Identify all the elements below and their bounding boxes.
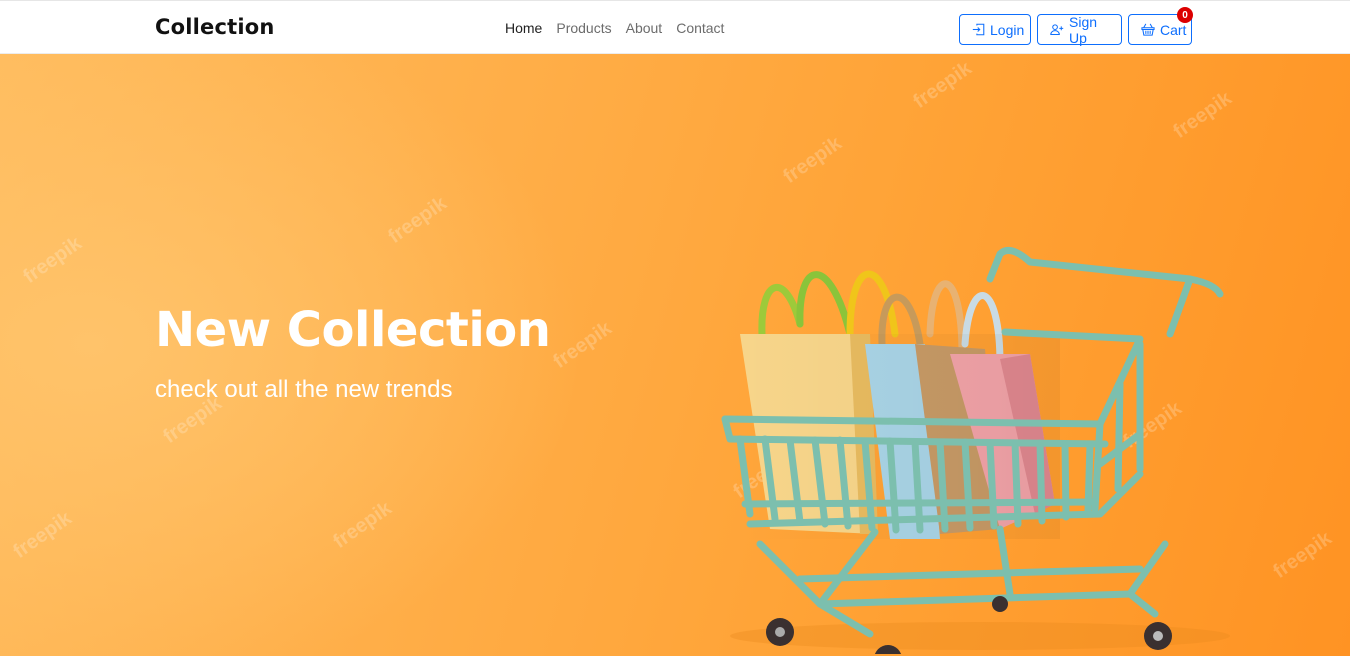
cart-count-badge: 0 bbox=[1177, 7, 1193, 23]
watermark-text: freepik bbox=[329, 497, 396, 553]
login-icon bbox=[972, 23, 985, 36]
watermark-text: freepik bbox=[9, 507, 76, 563]
nav-links: Home Products About Contact bbox=[505, 20, 724, 36]
nav-link-contact[interactable]: Contact bbox=[676, 20, 724, 36]
basket-icon bbox=[1141, 23, 1155, 36]
cart-label: Cart bbox=[1160, 21, 1187, 38]
login-button[interactable]: Login bbox=[959, 14, 1031, 45]
hero-title: New Collection bbox=[155, 302, 551, 358]
cart-button[interactable]: Cart 0 bbox=[1128, 7, 1193, 45]
hero-banner: freepik freepik freepik freepik freepik … bbox=[0, 54, 1350, 656]
nav-link-about[interactable]: About bbox=[626, 20, 663, 36]
signup-button[interactable]: Sign Up bbox=[1037, 13, 1122, 46]
hero-subtitle: check out all the new trends bbox=[155, 376, 453, 403]
watermark-text: freepik bbox=[1169, 87, 1236, 143]
watermark-text: freepik bbox=[909, 57, 976, 113]
nav-actions: Login Sign Up Cart 0 bbox=[959, 7, 1193, 46]
signup-label: Sign Up bbox=[1069, 13, 1098, 46]
watermark-text: freepik bbox=[549, 317, 616, 373]
navbar: Collection Home Products About Contact L… bbox=[0, 0, 1350, 54]
login-label: Login bbox=[990, 21, 1025, 38]
nav-link-home[interactable]: Home bbox=[505, 20, 542, 36]
watermark-text: freepik bbox=[19, 232, 86, 288]
watermark-text: freepik bbox=[779, 132, 846, 188]
watermark-text: freepik bbox=[384, 192, 451, 248]
brand-logo[interactable]: Collection bbox=[155, 15, 275, 39]
watermark-text: freepik bbox=[1269, 527, 1336, 583]
shopping-cart-image bbox=[721, 246, 1230, 654]
nav-link-products[interactable]: Products bbox=[556, 20, 611, 36]
user-plus-icon bbox=[1050, 23, 1064, 36]
